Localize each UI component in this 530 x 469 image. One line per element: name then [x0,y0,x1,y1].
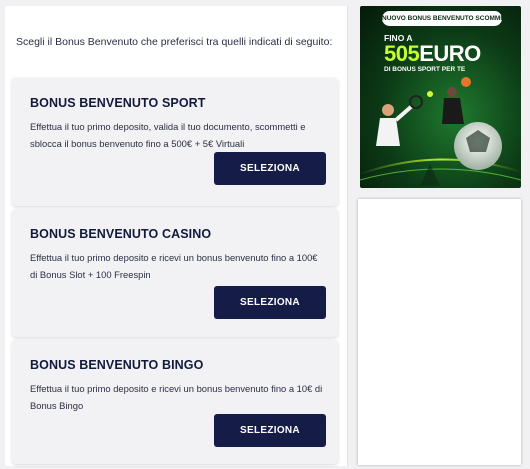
bonus-card-casino: BONUS BENVENUTO CASINO Effettua il tuo p… [12,209,338,337]
bonus-description: Effettua il tuo primo deposito e ricevi … [30,252,318,280]
bonus-title: BONUS BENVENUTO BINGO [30,358,204,372]
bonus-title: BONUS BENVENUTO CASINO [30,227,212,241]
select-casino-bonus-button[interactable]: SELEZIONA [214,286,326,319]
banner-amount: 505EURO [384,42,481,66]
banner-subtitle: DI BONUS SPORT PER TE [384,66,466,73]
bonus-card-sport: BONUS BENVENUTO SPORT Effettua il tuo pr… [12,78,338,206]
select-sport-bonus-button[interactable]: SELEZIONA [214,152,326,185]
bonus-card-bingo: BONUS BENVENUTO BINGO Effettua il tuo pr… [12,340,338,464]
tennis-player-figure [376,91,433,146]
banner-artwork [360,77,521,186]
promo-banner[interactable]: NUOVO BONUS BENVENUTO SCOMMESSE FINO A 5… [360,6,521,188]
bonus-selection-panel: Scegli il Bonus Benvenuto che preferisci… [5,6,348,466]
bonus-description: Effettua il tuo primo deposito e ricevi … [30,383,323,411]
bonus-title: BONUS BENVENUTO SPORT [30,96,206,110]
select-bingo-bonus-button[interactable]: SELEZIONA [214,414,326,447]
soccer-ball-figure [454,122,502,170]
banner-amount-value: 505 [384,41,420,66]
bonus-description: Effettua il tuo primo deposito, valida i… [30,121,306,149]
basketball-player-figure [442,77,471,124]
intro-text: Scegli il Bonus Benvenuto che preferisci… [16,36,333,48]
ad-placeholder [358,199,521,465]
banner-badge: NUOVO BONUS BENVENUTO SCOMMESSE [382,11,502,26]
banner-currency: EURO [419,41,481,66]
